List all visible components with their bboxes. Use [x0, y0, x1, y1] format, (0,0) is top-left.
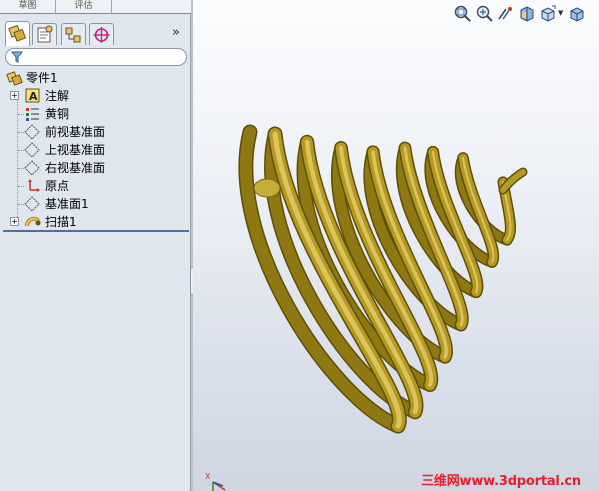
- tree-item-sweep1[interactable]: + 扫描1: [3, 213, 189, 231]
- tree-item-origin[interactable]: 原点: [3, 177, 189, 195]
- view-orientation-button[interactable]: ▼: [539, 4, 563, 23]
- configuration-manager-icon: [65, 27, 81, 43]
- triad-x-label: X: [205, 472, 211, 481]
- sweep-feature-icon: [25, 216, 41, 227]
- tree-filter-input[interactable]: [5, 48, 187, 66]
- tree-item-annotations[interactable]: + A 注解: [3, 87, 189, 105]
- section-view-button[interactable]: [517, 4, 536, 23]
- feature-tree-empty-area: [3, 232, 189, 491]
- tree-item-plane1[interactable]: 基准面1: [3, 195, 189, 213]
- display-manager-icon: [93, 27, 110, 43]
- svg-text:A: A: [29, 90, 38, 103]
- collapse-chevron-icon[interactable]: »: [172, 25, 180, 40]
- display-style-button[interactable]: [567, 4, 586, 23]
- part-icon: [6, 71, 23, 86]
- zoom-to-area-icon: [476, 5, 493, 22]
- tree-item-material[interactable]: 黄铜: [3, 105, 189, 123]
- tree-item-label: 零件1: [26, 71, 58, 85]
- plane-icon: [24, 124, 40, 140]
- tree-item-label: 基准面1: [45, 197, 89, 211]
- tab-display-manager[interactable]: [89, 23, 114, 45]
- zoom-to-fit-button[interactable]: [453, 4, 472, 23]
- plane-icon: [24, 196, 40, 212]
- command-manager-tabs: 草图 评估: [0, 0, 191, 14]
- tree-item-label: 注解: [45, 89, 70, 103]
- annotations-icon: A: [25, 88, 40, 103]
- tree-item-label: 右视基准面: [45, 161, 106, 175]
- reference-triad: X: [205, 472, 226, 491]
- tree-item-part[interactable]: 零件1: [3, 69, 189, 87]
- tab-property-manager[interactable]: [32, 23, 57, 45]
- feature-tree: 零件1 + A 注解 黄铜 前视基准面 上视基准面 右视基准面 原点 基准面1 …: [3, 69, 189, 231]
- conical-spring-model[interactable]: [193, 0, 599, 491]
- expand-toggle-icon[interactable]: +: [10, 91, 19, 100]
- watermark-text: 三维网www.3dportal.cn: [421, 474, 581, 489]
- property-manager-icon: [37, 25, 53, 43]
- tree-item-label: 前视基准面: [45, 125, 106, 139]
- previous-view-button[interactable]: [496, 4, 515, 23]
- zoom-to-fit-icon: [454, 5, 471, 22]
- spring-end-face: [253, 178, 281, 198]
- manager-tabs: »: [0, 20, 191, 47]
- section-view-icon: [520, 6, 534, 22]
- expand-toggle-icon[interactable]: +: [10, 217, 19, 226]
- heads-up-view-toolbar: ▼: [449, 4, 599, 26]
- view-orientation-icon: [541, 5, 556, 22]
- zoom-to-area-button[interactable]: [475, 4, 494, 23]
- plane-icon: [24, 160, 40, 176]
- tree-item-label: 黄铜: [45, 107, 70, 121]
- tab-configuration-manager[interactable]: [61, 23, 86, 45]
- graphics-viewport[interactable]: ▼ X 三维网www.3dportal.cn: [193, 0, 599, 491]
- tree-item-front-plane[interactable]: 前视基准面: [3, 123, 189, 141]
- tree-item-label: 扫描1: [45, 215, 77, 229]
- display-style-icon: [570, 7, 584, 22]
- feature-manager-panel: 草图 评估 » 零件1 + A 注解 黄铜 前视基准面 上视基准面 右视基准面 …: [0, 0, 191, 491]
- origin-icon: [28, 179, 40, 192]
- previous-view-icon: [498, 7, 512, 20]
- filter-funnel-icon: [11, 51, 23, 63]
- tab-feature-manager[interactable]: [5, 21, 30, 46]
- tab-sketch[interactable]: 草图: [0, 0, 56, 14]
- plane-icon: [24, 142, 40, 158]
- tree-item-top-plane[interactable]: 上视基准面: [3, 141, 189, 159]
- tree-item-label: 原点: [45, 179, 70, 193]
- feature-manager-icon: [8, 24, 27, 42]
- tab-evaluate[interactable]: 评估: [56, 0, 112, 14]
- tree-item-right-plane[interactable]: 右视基准面: [3, 159, 189, 177]
- material-icon: [26, 108, 39, 121]
- tree-item-label: 上视基准面: [45, 143, 106, 157]
